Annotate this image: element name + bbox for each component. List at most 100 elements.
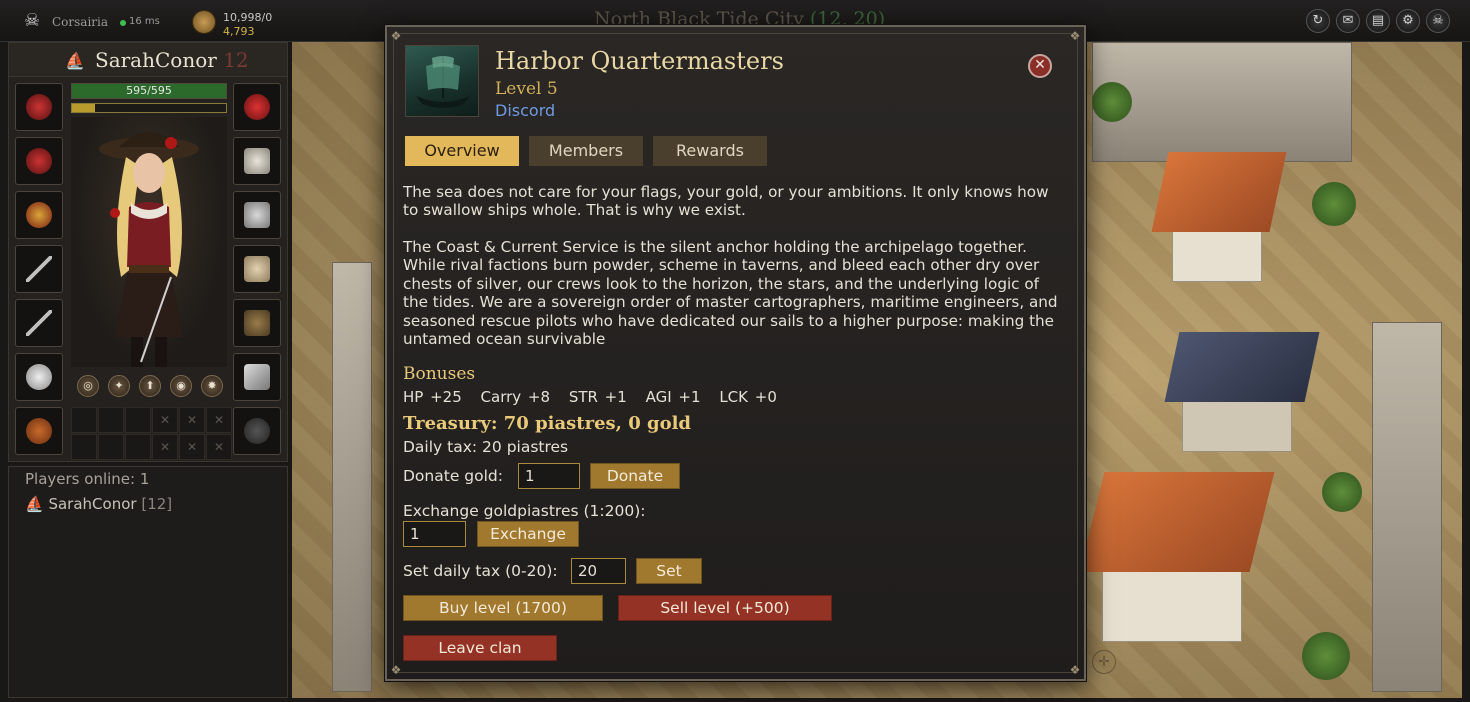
equip-slot-pet[interactable] xyxy=(233,407,281,455)
market-roof xyxy=(1079,472,1275,572)
equip-slot-mount[interactable] xyxy=(15,353,63,401)
inventory-grid: ✕ ✕ ✕ ✕ ✕ ✕ xyxy=(71,407,232,460)
bonus-agi: AGI +1 xyxy=(645,388,701,406)
equip-slot-ring-2[interactable] xyxy=(15,137,63,185)
character-level: 12 xyxy=(223,48,249,72)
sell-level-button[interactable]: Sell level (+500) xyxy=(618,595,832,621)
inventory-cell[interactable] xyxy=(125,407,151,433)
inventory-cell-locked: ✕ xyxy=(152,434,178,460)
ping-value: 16 ms xyxy=(129,16,160,27)
piastres-value: 10,998/0 xyxy=(223,11,273,24)
inventory-cell[interactable] xyxy=(125,434,151,460)
logout-icon[interactable]: ☠ xyxy=(1426,9,1450,33)
equip-slot-gloves[interactable] xyxy=(233,191,281,239)
ornament-icon: ❖ xyxy=(390,663,402,677)
coin-bag-icon xyxy=(192,10,216,34)
close-button[interactable]: ✕ xyxy=(1028,54,1052,78)
tab-overview[interactable]: Overview xyxy=(405,136,519,166)
map-icon[interactable]: ▤ xyxy=(1366,9,1390,33)
bonuses-title: Bonuses xyxy=(403,364,476,384)
bonus-hp: HP +25 xyxy=(403,388,462,406)
chat-icon[interactable]: ✉ xyxy=(1336,9,1360,33)
exchange-button[interactable]: Exchange xyxy=(477,521,579,547)
equip-slot-spyglass[interactable] xyxy=(233,353,281,401)
equip-slot-ammo[interactable] xyxy=(233,299,281,347)
set-tax-button[interactable]: Set xyxy=(636,558,702,584)
player-name: SarahConor xyxy=(48,495,137,513)
exchange-input[interactable] xyxy=(403,521,466,547)
clan-dialog: ❖ ❖ ❖ ❖ Harbor Quartermasters Level 5 Di… xyxy=(385,25,1086,681)
leave-clan-button[interactable]: Leave clan xyxy=(403,635,557,661)
crafting-button[interactable]: ✸ xyxy=(201,375,223,397)
equip-slot-ring-1[interactable] xyxy=(15,83,63,131)
inventory-cell-locked: ✕ xyxy=(179,434,205,460)
players-online-panel: Players online: 1 ⛵ SarahConor [12] xyxy=(8,466,288,698)
character-name: SarahConor xyxy=(95,48,217,72)
equip-slot-weapon-2[interactable] xyxy=(15,299,63,347)
daily-tax-input[interactable] xyxy=(571,558,626,584)
tree xyxy=(1322,472,1362,512)
equip-slot-amulet[interactable] xyxy=(15,191,63,239)
equip-slot-weapon-1[interactable] xyxy=(15,245,63,293)
house-roof xyxy=(1151,152,1287,232)
bonuses-list: HP +25 Carry +8 STR +1 AGI +1 LCK +0 xyxy=(403,388,789,406)
quests-button[interactable]: ◉ xyxy=(170,375,192,397)
tree xyxy=(1312,182,1356,226)
city-wall xyxy=(332,262,372,692)
equip-slot-bag[interactable] xyxy=(15,407,63,455)
equip-slot-head[interactable] xyxy=(233,83,281,131)
inventory-cell[interactable] xyxy=(98,434,124,460)
city-wall xyxy=(1372,322,1442,692)
donate-button[interactable]: Donate xyxy=(590,463,680,489)
clan-emblem xyxy=(405,45,479,117)
player-list-item[interactable]: ⛵ SarahConor [12] xyxy=(25,495,172,513)
ship-icon: ⛵ xyxy=(25,495,44,513)
daily-tax-label: Set daily tax (0-20): xyxy=(403,562,558,580)
market-building xyxy=(1102,562,1242,642)
exchange-label: Exchange goldpiastres (1:200): xyxy=(403,502,646,520)
character-header: ⛵ SarahConor 12 xyxy=(9,43,287,77)
equip-slot-chest[interactable] xyxy=(233,137,281,185)
clan-description-intro: The sea does not care for your flags, yo… xyxy=(403,183,1049,220)
tree xyxy=(1302,632,1350,680)
donate-gold-input[interactable] xyxy=(518,463,580,489)
tab-members[interactable]: Members xyxy=(529,136,643,166)
stats-button[interactable]: ◎ xyxy=(77,375,99,397)
inventory-cell[interactable] xyxy=(71,407,97,433)
tab-rewards[interactable]: Rewards xyxy=(653,136,767,166)
ornament-icon: ❖ xyxy=(1069,663,1081,677)
tree xyxy=(1092,82,1132,122)
compass-icon: ✛ xyxy=(1092,650,1116,674)
player-level: [12] xyxy=(141,495,173,513)
upgrade-button[interactable]: ⬆ xyxy=(139,375,161,397)
character-portrait xyxy=(71,117,227,367)
inventory-cell-locked: ✕ xyxy=(206,407,232,433)
bonus-str: STR +1 xyxy=(568,388,627,406)
treasury-value: Treasury: 70 piastres, 0 gold xyxy=(403,413,692,434)
inventory-cell[interactable] xyxy=(71,434,97,460)
settings-icon[interactable]: ⚙ xyxy=(1396,9,1420,33)
inventory-cell-locked: ✕ xyxy=(179,407,205,433)
bonus-lck: LCK +0 xyxy=(719,388,777,406)
ghost-ship-icon xyxy=(416,56,470,108)
xp-bar-fill xyxy=(72,104,96,112)
clan-name: Harbor Quartermasters xyxy=(495,47,784,75)
character-panel: ⛵ SarahConor 12 595/595 ◎ ✦ ⬆ ◉ ✸ ✕ ✕ ✕ … xyxy=(8,42,288,462)
chapel-roof xyxy=(1164,332,1320,402)
inventory-cell[interactable] xyxy=(98,407,124,433)
pirate-portrait-image xyxy=(99,132,199,367)
buy-level-button[interactable]: Buy level (1700) xyxy=(403,595,603,621)
connection-status-icon xyxy=(120,20,126,26)
gold-value: 4,793 xyxy=(223,25,255,38)
equip-slot-legs[interactable] xyxy=(233,245,281,293)
refresh-icon[interactable]: ↻ xyxy=(1306,9,1330,33)
ship-icon: ⛵ xyxy=(65,51,85,70)
ornament-icon: ❖ xyxy=(1069,29,1081,43)
character-name-line: SarahConor 12 xyxy=(95,48,249,72)
top-icon-group: ↻ ✉ ▤ ⚙ ☠ xyxy=(1306,9,1450,33)
skull-logo-icon: ☠ xyxy=(24,10,41,31)
discord-link[interactable]: Discord xyxy=(495,101,555,120)
ornament-icon: ❖ xyxy=(390,29,402,43)
skills-button[interactable]: ✦ xyxy=(108,375,130,397)
donate-label: Donate gold: xyxy=(403,467,503,485)
